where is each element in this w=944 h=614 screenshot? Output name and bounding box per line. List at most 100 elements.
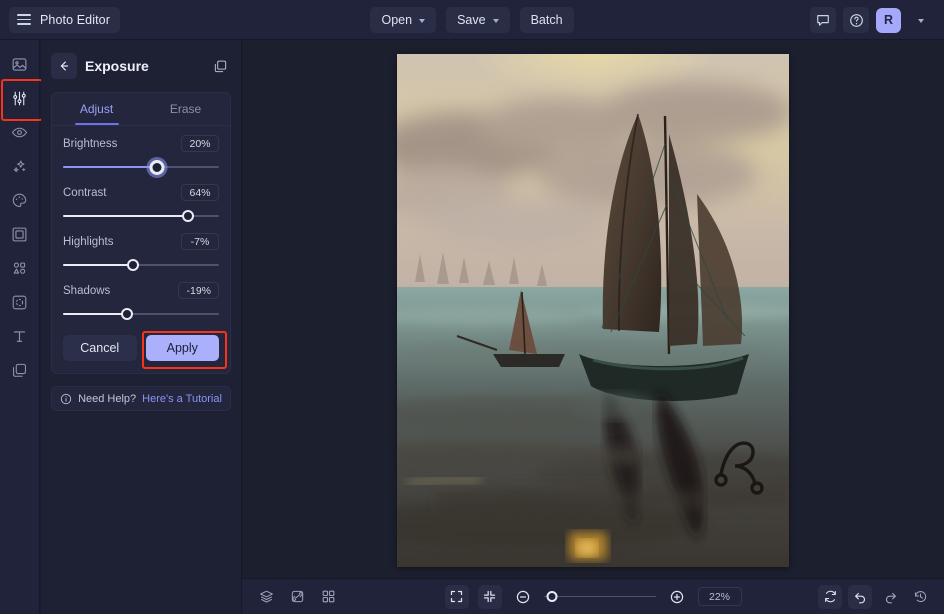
help-button[interactable] bbox=[843, 7, 869, 33]
save-button[interactable]: Save bbox=[446, 7, 510, 33]
slider-shadows-label: Shadows bbox=[63, 284, 111, 297]
fit-screen-icon bbox=[450, 590, 463, 603]
zoom-in-button[interactable] bbox=[665, 585, 689, 609]
artwork-rendering bbox=[397, 54, 789, 567]
slider-contrast-value[interactable]: 64% bbox=[181, 184, 219, 201]
sidebar-item-shapes[interactable] bbox=[7, 255, 33, 281]
layers-tool-button[interactable] bbox=[254, 585, 278, 609]
redo-button[interactable] bbox=[878, 585, 902, 609]
left-icon-rail bbox=[0, 40, 43, 614]
slider-brightness-track[interactable] bbox=[63, 159, 219, 175]
question-circle-icon bbox=[849, 13, 863, 27]
open-button[interactable]: Open bbox=[370, 7, 437, 33]
chevron-down-icon[interactable] bbox=[492, 18, 499, 23]
tab-erase[interactable]: Erase bbox=[141, 93, 230, 125]
slider-shadows-track[interactable] bbox=[63, 306, 219, 322]
tab-adjust-label: Adjust bbox=[79, 102, 114, 116]
slider-highlights-track[interactable] bbox=[63, 257, 219, 273]
avatar[interactable]: R bbox=[876, 7, 901, 33]
exposure-card: Adjust Erase Brightness 20% Contrast 64% bbox=[51, 92, 231, 374]
bottom-toolbar: 22% bbox=[242, 578, 944, 614]
undo-button[interactable] bbox=[848, 584, 872, 609]
hamburger-icon[interactable] bbox=[17, 14, 31, 25]
slider-shadows-value[interactable]: -19% bbox=[178, 282, 219, 299]
help-banner[interactable]: Need Help? Here's a Tutorial bbox=[51, 386, 231, 411]
sidebar-item-focus[interactable] bbox=[7, 289, 33, 315]
shapes-icon bbox=[13, 262, 26, 274]
link-tool-button[interactable] bbox=[285, 585, 309, 609]
chevron-down-icon[interactable] bbox=[419, 18, 426, 23]
slider-brightness: Brightness 20% bbox=[52, 135, 230, 175]
help-text: Need Help? bbox=[78, 392, 137, 405]
image-icon bbox=[12, 57, 27, 71]
grid-tool-button[interactable] bbox=[316, 585, 340, 609]
sidebar-item-text[interactable] bbox=[7, 323, 33, 349]
chevron-down-icon bbox=[918, 18, 924, 23]
reset-icon bbox=[824, 590, 836, 603]
top-toolbar: Photo Editor Open Save Batch R bbox=[0, 0, 944, 40]
sidebar-item-effects[interactable] bbox=[7, 153, 33, 179]
tutorial-link[interactable]: Here's a Tutorial bbox=[142, 393, 222, 405]
zoom-slider-thumb[interactable] bbox=[546, 590, 557, 602]
layers-icon bbox=[13, 363, 26, 377]
zoom-out-button[interactable] bbox=[511, 585, 535, 609]
slider-shadows-thumb[interactable] bbox=[120, 308, 133, 320]
feedback-button[interactable] bbox=[810, 7, 836, 33]
sidebar-item-frames[interactable] bbox=[7, 221, 33, 247]
tabs-divider bbox=[52, 125, 230, 126]
reset-button[interactable] bbox=[818, 584, 842, 609]
save-label: Save bbox=[457, 13, 486, 27]
sidebar-item-adjust[interactable] bbox=[0, 79, 43, 121]
tab-adjust[interactable]: Adjust bbox=[52, 93, 141, 125]
track-fill bbox=[63, 166, 157, 168]
chat-bubble-icon bbox=[817, 15, 829, 26]
arrow-left-icon bbox=[60, 61, 69, 71]
duplicate-button[interactable] bbox=[209, 55, 231, 77]
zoom-slider[interactable] bbox=[543, 590, 656, 604]
back-button[interactable] bbox=[51, 53, 77, 79]
track-fill bbox=[63, 215, 188, 217]
open-label: Open bbox=[381, 13, 413, 27]
slider-contrast-label: Contrast bbox=[63, 186, 107, 199]
slider-brightness-header: Brightness 20% bbox=[63, 135, 219, 152]
slider-shadows: Shadows -19% bbox=[52, 282, 230, 322]
actual-size-button[interactable] bbox=[477, 584, 502, 609]
panel-tabs: Adjust Erase bbox=[52, 93, 230, 125]
zoom-level-value[interactable]: 22% bbox=[697, 587, 742, 606]
canvas-area[interactable] bbox=[242, 40, 944, 578]
batch-label: Batch bbox=[530, 13, 563, 27]
slider-brightness-value[interactable]: 20% bbox=[181, 135, 219, 152]
top-center-actions: Open Save Batch bbox=[0, 0, 944, 40]
frame-icon bbox=[12, 227, 27, 241]
app-menu-button[interactable]: Photo Editor bbox=[9, 6, 120, 33]
sidebar-item-layers[interactable] bbox=[7, 357, 33, 383]
slider-highlights-label: Highlights bbox=[63, 235, 114, 248]
sidebar-item-color[interactable] bbox=[7, 187, 33, 213]
fit-to-screen-button[interactable] bbox=[444, 584, 469, 609]
duplicate-icon bbox=[214, 60, 226, 72]
slider-brightness-label: Brightness bbox=[63, 137, 118, 150]
palette-icon bbox=[12, 193, 27, 207]
sparkles-icon bbox=[13, 159, 26, 172]
actual-size-icon bbox=[483, 590, 496, 603]
batch-button[interactable]: Batch bbox=[519, 7, 574, 33]
panel-header: Exposure bbox=[51, 50, 231, 82]
bottom-right-tools bbox=[818, 584, 932, 609]
layers-stack-icon bbox=[259, 590, 273, 603]
slider-contrast-thumb[interactable] bbox=[181, 210, 194, 222]
tab-erase-label: Erase bbox=[169, 102, 202, 116]
sidebar-item-images[interactable] bbox=[7, 51, 33, 77]
grid-icon bbox=[322, 590, 334, 603]
history-button[interactable] bbox=[908, 585, 932, 609]
slider-brightness-thumb[interactable] bbox=[149, 159, 165, 175]
slider-highlights-thumb[interactable] bbox=[127, 259, 140, 271]
account-menu-button[interactable] bbox=[908, 7, 934, 33]
slider-contrast-track[interactable] bbox=[63, 208, 219, 224]
sidebar-item-retouch[interactable] bbox=[7, 119, 33, 145]
apply-button[interactable]: Apply bbox=[141, 331, 227, 369]
eye-icon bbox=[11, 127, 28, 137]
cancel-button[interactable]: Cancel bbox=[63, 335, 137, 361]
zoom-track-background bbox=[543, 595, 656, 598]
slider-highlights-value[interactable]: -7% bbox=[181, 233, 219, 250]
artwork-image[interactable] bbox=[397, 54, 789, 567]
